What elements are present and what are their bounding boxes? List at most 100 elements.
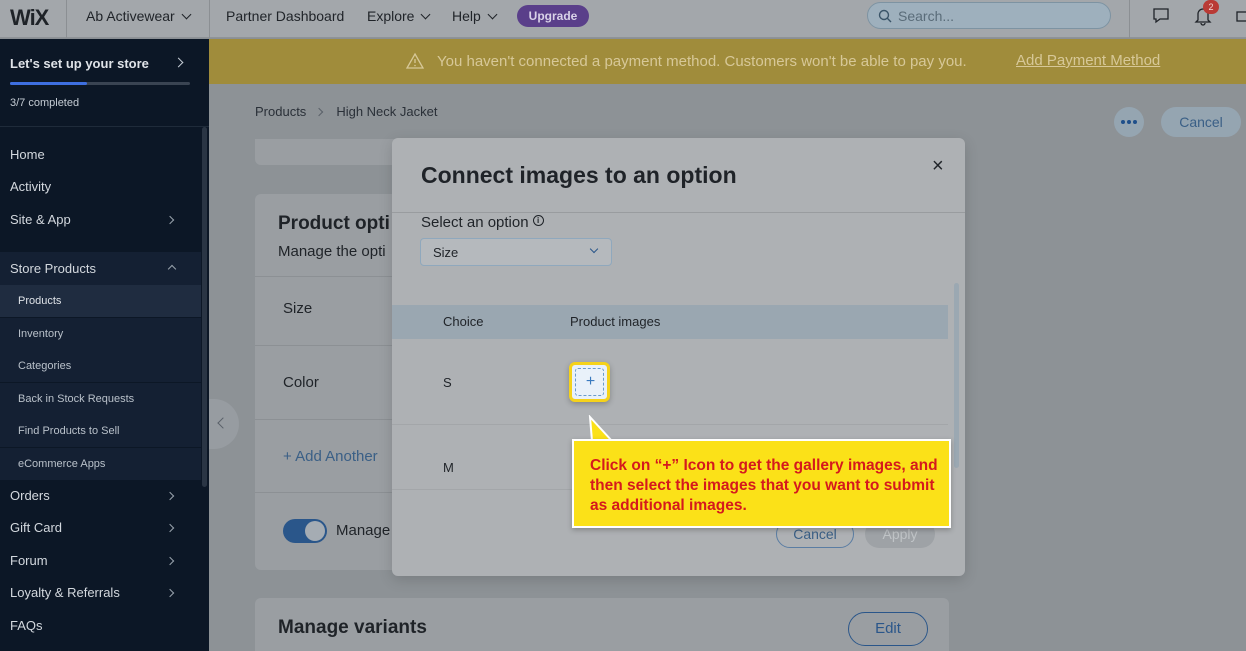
partner-dashboard-link[interactable]: Partner Dashboard bbox=[226, 8, 344, 24]
setup-progress-text: 3/7 completed bbox=[10, 97, 80, 109]
info-icon[interactable]: i bbox=[532, 215, 544, 226]
close-icon[interactable]: × bbox=[932, 155, 944, 178]
add-image-dropzone: + bbox=[575, 368, 604, 396]
sidebar-item-store-products[interactable]: Store Products bbox=[0, 252, 201, 285]
manage-variants-title: Manage variants bbox=[278, 617, 427, 638]
setup-store-panel[interactable]: Let's set up your store 3/7 completed bbox=[0, 39, 209, 127]
notification-badge: 2 bbox=[1203, 0, 1219, 14]
sidebar-subitem-find-products[interactable]: Find Products to Sell bbox=[0, 415, 201, 447]
more-actions-button[interactable] bbox=[1114, 107, 1144, 137]
chevron-right-icon bbox=[165, 215, 175, 225]
chevron-up-icon bbox=[167, 264, 177, 274]
sidebar-item-site-app[interactable]: Site & App bbox=[0, 205, 201, 235]
chevron-right-icon bbox=[173, 57, 184, 68]
choice-cell: M bbox=[443, 460, 454, 475]
column-choice: Choice bbox=[443, 314, 484, 329]
edit-variants-button[interactable]: Edit bbox=[848, 612, 928, 646]
divider bbox=[209, 0, 210, 38]
dot bbox=[1121, 120, 1125, 124]
sidebar-item-label: Loyalty & Referrals bbox=[10, 585, 120, 600]
option-label: Size bbox=[283, 300, 313, 317]
select-option-text: Select an option bbox=[421, 214, 529, 231]
top-bar: WiX Ab Activewear Partner Dashboard Expl… bbox=[0, 0, 1246, 38]
sidebar-item-label: Forum bbox=[10, 553, 48, 568]
sidebar-item-activity[interactable]: Activity bbox=[0, 172, 201, 202]
sidebar-item-forum[interactable]: Forum bbox=[0, 546, 201, 576]
add-another-option-link[interactable]: + Add Another bbox=[283, 448, 378, 465]
search-icon bbox=[878, 9, 892, 23]
add-image-button[interactable]: + bbox=[569, 362, 610, 402]
modal-title: Connect images to an option bbox=[421, 162, 737, 188]
site-name: Ab Activewear bbox=[86, 8, 175, 24]
chevron-right-icon bbox=[165, 556, 175, 566]
sidebar-subitem-ecommerce-apps[interactable]: eCommerce Apps bbox=[0, 448, 201, 480]
setup-progress-fill bbox=[10, 82, 88, 85]
tutorial-callout: Click on “+” Icon to get the gallery ima… bbox=[572, 439, 951, 528]
explore-label: Explore bbox=[367, 8, 415, 24]
modal-scrollbar[interactable] bbox=[954, 283, 959, 468]
column-product-images: Product images bbox=[570, 314, 661, 329]
site-selector[interactable]: Ab Activewear bbox=[86, 8, 192, 24]
product-options-title: Product opti bbox=[278, 213, 390, 234]
sidebar-item-label: Site & App bbox=[10, 212, 71, 227]
chevron-right-icon bbox=[165, 588, 175, 598]
chevron-down-icon bbox=[589, 244, 599, 254]
option-select[interactable]: Size bbox=[420, 238, 612, 266]
sidebar-scrollbar[interactable] bbox=[202, 127, 207, 487]
chevron-right-icon bbox=[315, 107, 324, 117]
divider bbox=[392, 212, 965, 213]
setup-progress-bar bbox=[10, 82, 190, 85]
table-row: S bbox=[392, 339, 948, 425]
manage-toggle[interactable] bbox=[283, 519, 327, 543]
chevron-left-icon bbox=[217, 417, 229, 429]
breadcrumb: Products High Neck Jacket bbox=[255, 104, 437, 119]
dot bbox=[1127, 120, 1131, 124]
gift-icon[interactable] bbox=[1236, 6, 1246, 24]
cancel-button[interactable]: Cancel bbox=[1161, 107, 1241, 137]
table-header: Choice Product images bbox=[392, 305, 948, 339]
option-label: Color bbox=[283, 374, 319, 391]
explore-menu[interactable]: Explore bbox=[367, 8, 431, 24]
upgrade-button[interactable]: Upgrade bbox=[517, 5, 589, 27]
search-placeholder: Search... bbox=[898, 8, 955, 24]
sidebar-item-gift-card[interactable]: Gift Card bbox=[0, 513, 201, 543]
toggle-knob bbox=[305, 521, 325, 541]
callout-text: Click on “+” Icon to get the gallery ima… bbox=[590, 457, 938, 514]
breadcrumb-current: High Neck Jacket bbox=[336, 104, 438, 119]
product-options-subtitle: Manage the opti bbox=[278, 243, 386, 260]
plus-icon: + bbox=[585, 373, 596, 390]
divider bbox=[66, 0, 67, 38]
manage-variants-card: Manage variants bbox=[255, 598, 949, 651]
sidebar-item-orders[interactable]: Orders bbox=[0, 481, 201, 511]
sidebar-item-label: Gift Card bbox=[10, 520, 63, 535]
wix-logo[interactable]: WiX bbox=[10, 5, 49, 31]
sidebar-item-faqs[interactable]: FAQs bbox=[0, 611, 201, 641]
sidebar-item-loyalty[interactable]: Loyalty & Referrals bbox=[0, 578, 201, 608]
add-payment-method-link[interactable]: Add Payment Method bbox=[1016, 52, 1160, 69]
chevron-right-icon bbox=[165, 491, 175, 501]
sidebar-subitem-back-in-stock[interactable]: Back in Stock Requests bbox=[0, 383, 201, 415]
search-input[interactable]: Search... bbox=[867, 2, 1111, 29]
manage-label: Manage bbox=[336, 522, 391, 539]
sidebar-item-label: Store Products bbox=[10, 261, 96, 276]
choice-cell: S bbox=[443, 375, 452, 390]
help-menu[interactable]: Help bbox=[452, 8, 498, 24]
sidebar-item-home[interactable]: Home bbox=[0, 140, 201, 170]
banner-message: You haven't connected a payment method. … bbox=[437, 53, 967, 70]
collapse-sidebar-button[interactable] bbox=[209, 399, 239, 449]
dot bbox=[1133, 120, 1137, 124]
sidebar-item-label: Orders bbox=[10, 488, 50, 503]
sidebar-subitem-products[interactable]: Products bbox=[0, 285, 201, 317]
chevron-down-icon bbox=[421, 9, 431, 20]
select-option-label: Select an option i bbox=[421, 214, 544, 231]
chevron-right-icon bbox=[165, 523, 175, 533]
sidebar-subitem-inventory[interactable]: Inventory bbox=[0, 318, 201, 350]
sidebar: Let's set up your store 3/7 completed Ho… bbox=[0, 39, 209, 651]
breadcrumb-products[interactable]: Products bbox=[255, 104, 306, 119]
chevron-down-icon bbox=[181, 9, 192, 20]
chat-icon[interactable] bbox=[1152, 6, 1170, 24]
setup-title: Let's set up your store bbox=[10, 56, 149, 71]
help-label: Help bbox=[452, 8, 481, 24]
sidebar-subitem-categories[interactable]: Categories bbox=[0, 350, 201, 382]
divider bbox=[1129, 0, 1130, 38]
